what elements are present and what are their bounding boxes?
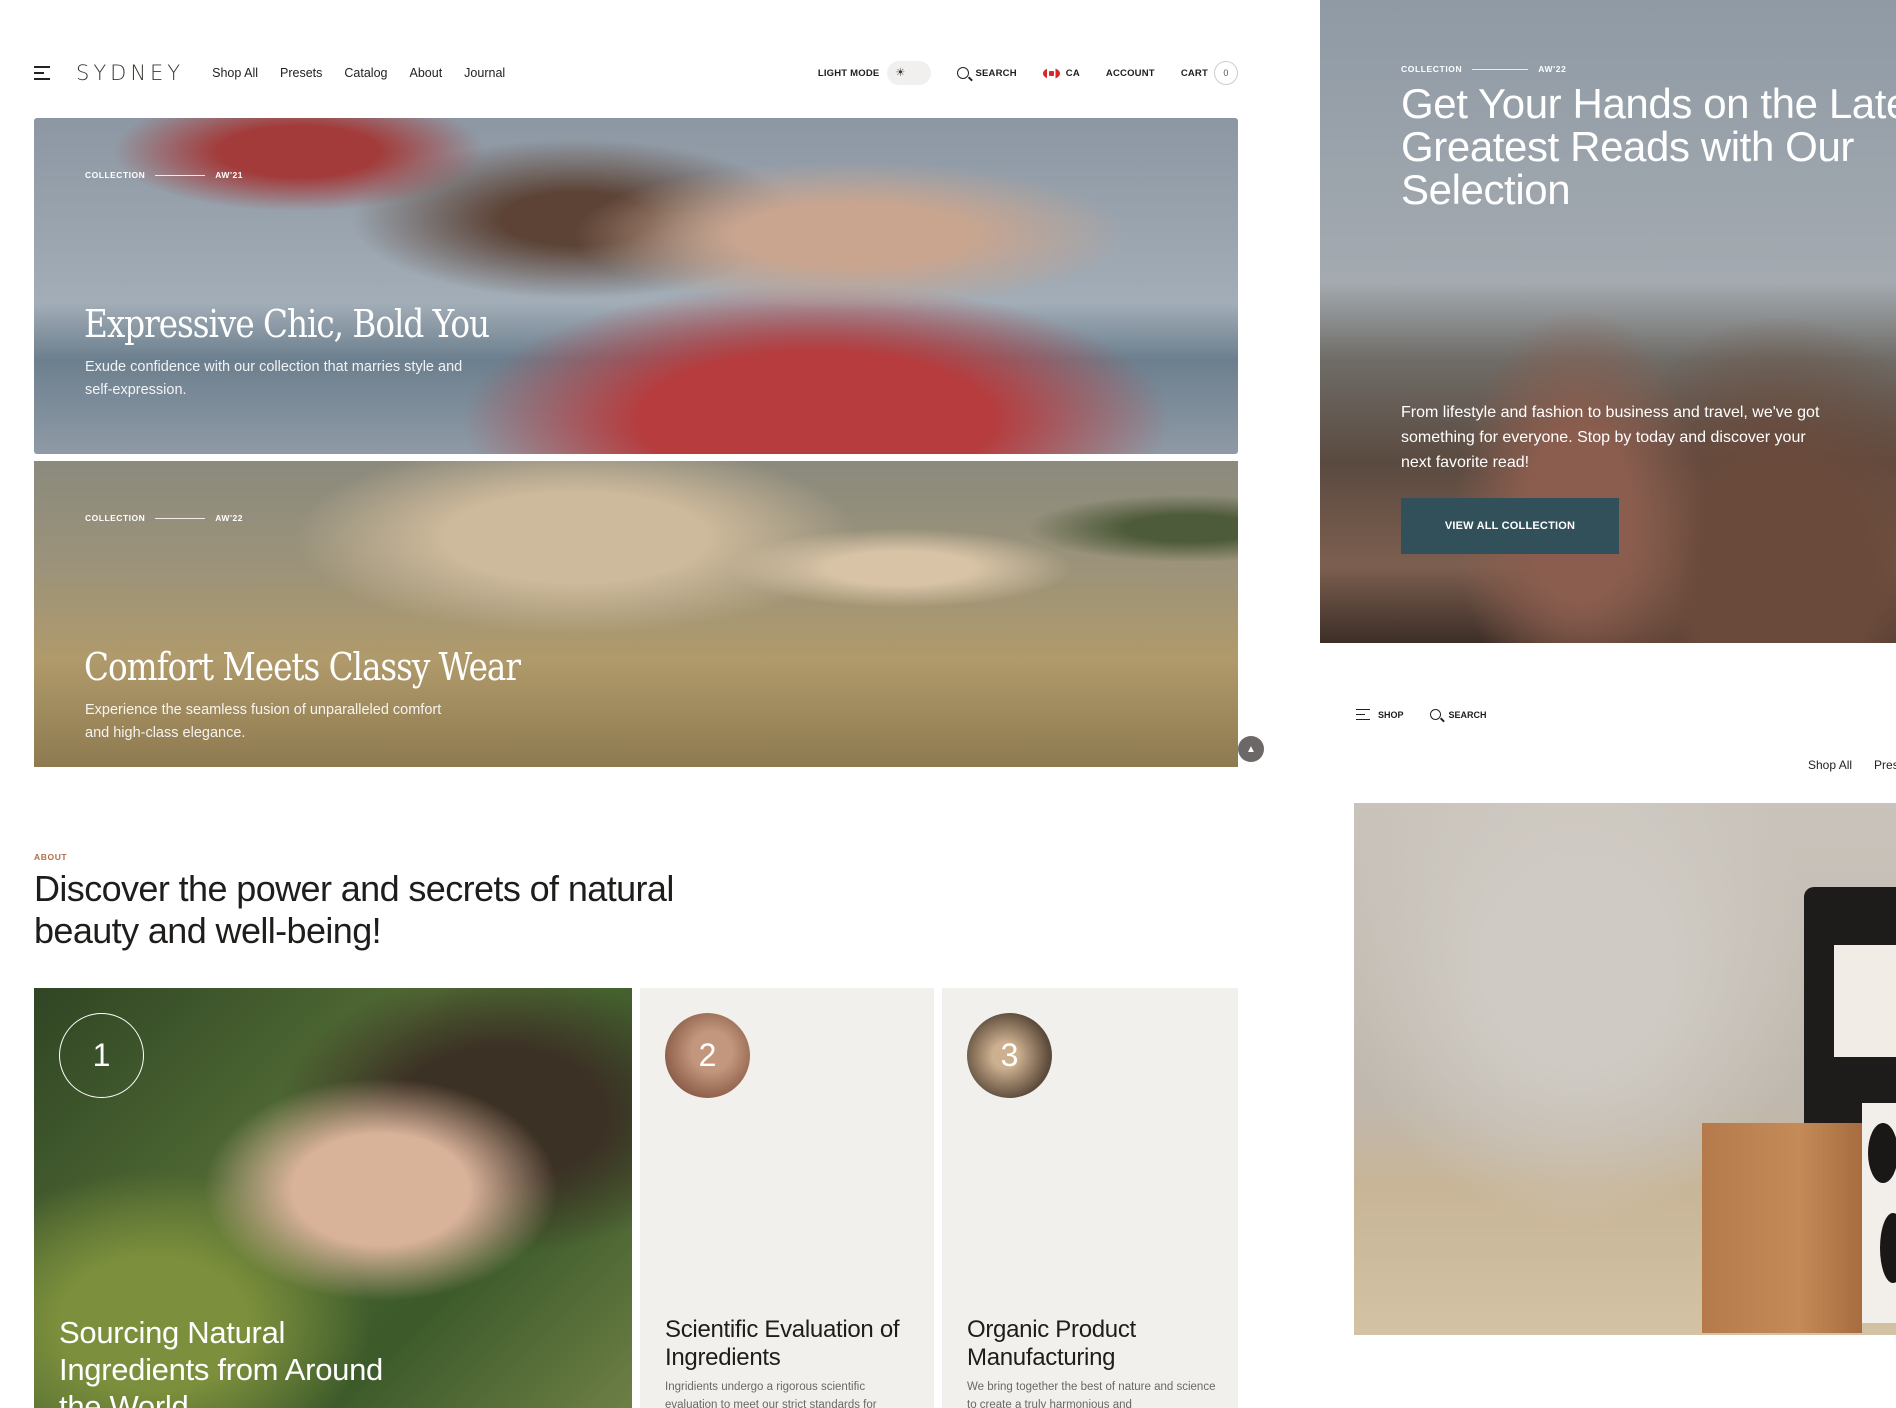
section-label: ABOUT	[34, 852, 68, 862]
chevron-up-icon: ▲	[1246, 743, 1256, 755]
nav-shop-all[interactable]: Shop All	[1808, 758, 1852, 772]
hero-title: Comfort Meets Classy Wear	[84, 645, 521, 689]
nav-catalog[interactable]: Catalog	[344, 66, 387, 80]
collection-label: COLLECTION	[85, 170, 146, 180]
secondary-nav: Shop All Presets	[1808, 758, 1896, 772]
card-title: Scientific Evaluation of Ingredients	[665, 1316, 900, 1371]
hero-banner-aw21[interactable]: COLLECTION AW'21 Expressive Chic, Bold Y…	[34, 118, 1238, 454]
scroll-to-top-button[interactable]: ▲	[1238, 736, 1264, 762]
shop-menu-button[interactable]: SHOP	[1356, 709, 1404, 720]
nav-presets[interactable]: Presets	[1874, 758, 1896, 772]
hero-description: Experience the seamless fusion of unpara…	[85, 702, 442, 741]
collection-label: COLLECTION	[1401, 64, 1463, 74]
search-icon	[1429, 709, 1441, 720]
banner-meta: COLLECTION AW'22	[1401, 64, 1566, 74]
process-card-1[interactable]: 1 Sourcing Natural Ingredients from Arou…	[34, 988, 632, 1408]
divider	[155, 174, 206, 176]
season-label: AW'22	[1538, 64, 1567, 74]
step-number: 1	[59, 1013, 144, 1098]
sun-icon: ☀	[895, 67, 906, 79]
search-icon	[957, 67, 970, 79]
cart-count-badge: 0	[1214, 61, 1238, 85]
card-title: Organic Product Manufacturing	[967, 1316, 1136, 1371]
card-title: Sourcing Natural Ingredients from Around…	[59, 1315, 383, 1408]
light-mode-toggle[interactable]: ☀	[887, 61, 932, 85]
left-frame: SYDNEY Shop All Presets Catalog About Jo…	[0, 0, 1318, 1408]
header-utilities: LIGHT MODE ☀ SEARCH CA ACCOUNT CART 0	[818, 61, 1238, 85]
candle-jar	[1804, 887, 1896, 1137]
cart-label: CART	[1180, 67, 1208, 79]
process-card-3[interactable]: 3 Organic Product Manufacturing We bring…	[942, 988, 1238, 1408]
search-button[interactable]: SEARCH	[957, 67, 1017, 79]
season-label: AW'21	[215, 170, 243, 180]
divider	[155, 517, 206, 519]
search-button[interactable]: SEARCH	[1429, 709, 1487, 720]
secondary-toolbar: SHOP SEARCH	[1356, 709, 1487, 720]
collection-banner: COLLECTION AW'22 Get Your Hands on the L…	[1320, 0, 1896, 643]
product-image	[1354, 803, 1896, 1335]
banner-description: From lifestyle and fashion to business a…	[1401, 404, 1820, 471]
search-label: SEARCH	[1448, 709, 1487, 720]
step-number: 3	[967, 1013, 1052, 1098]
hero-meta: COLLECTION AW'21	[85, 170, 243, 180]
nav-about[interactable]: About	[410, 66, 443, 80]
menu-icon	[1356, 709, 1370, 720]
season-label: AW'22	[215, 513, 243, 523]
about-heading: Discover the power and secrets of natura…	[34, 868, 674, 951]
hero-meta: COLLECTION AW'22	[85, 513, 243, 523]
collection-label: COLLECTION	[85, 513, 146, 523]
country-label: CA	[1065, 67, 1080, 79]
search-label: SEARCH	[975, 67, 1017, 79]
account-label: ACCOUNT	[1105, 67, 1155, 79]
hero-banner-aw22[interactable]: COLLECTION AW'22 Comfort Meets Classy We…	[34, 461, 1238, 767]
divider	[1472, 68, 1529, 70]
menu-icon[interactable]	[34, 66, 50, 80]
light-mode-control: LIGHT MODE ☀	[818, 61, 932, 85]
card-text: We bring together the best of nature and…	[967, 1381, 1216, 1408]
main-nav: Shop All Presets Catalog About Journal	[212, 66, 505, 80]
nav-presets[interactable]: Presets	[280, 66, 322, 80]
top-navigation: SYDNEY Shop All Presets Catalog About Jo…	[34, 58, 1238, 88]
view-all-collection-button[interactable]: VIEW ALL COLLECTION	[1401, 498, 1619, 554]
step-number: 2	[665, 1013, 750, 1098]
process-card-2[interactable]: 2 Scientific Evaluation of Ingredients I…	[640, 988, 934, 1408]
banner-title: Get Your Hands on the Latest Greatest Re…	[1401, 80, 1896, 213]
shop-label: SHOP	[1378, 709, 1404, 720]
canada-flag-icon	[1042, 67, 1060, 79]
cart-button[interactable]: CART 0	[1181, 61, 1238, 85]
hero-title: Expressive Chic, Bold You	[84, 302, 490, 346]
candle-box	[1702, 1123, 1862, 1333]
account-link[interactable]: ACCOUNT	[1106, 68, 1155, 79]
candle-label	[1834, 945, 1896, 1057]
hero-description: Exude confidence with our collection tha…	[85, 359, 463, 398]
country-selector[interactable]: CA	[1042, 67, 1080, 79]
card-text: Ingridients undergo a rigorous scientifi…	[665, 1381, 877, 1408]
box-pattern	[1862, 1103, 1896, 1323]
nav-shop-all[interactable]: Shop All	[212, 66, 258, 80]
site-logo[interactable]: SYDNEY	[76, 61, 184, 85]
light-mode-label: LIGHT MODE	[817, 67, 880, 79]
nav-journal[interactable]: Journal	[464, 66, 505, 80]
